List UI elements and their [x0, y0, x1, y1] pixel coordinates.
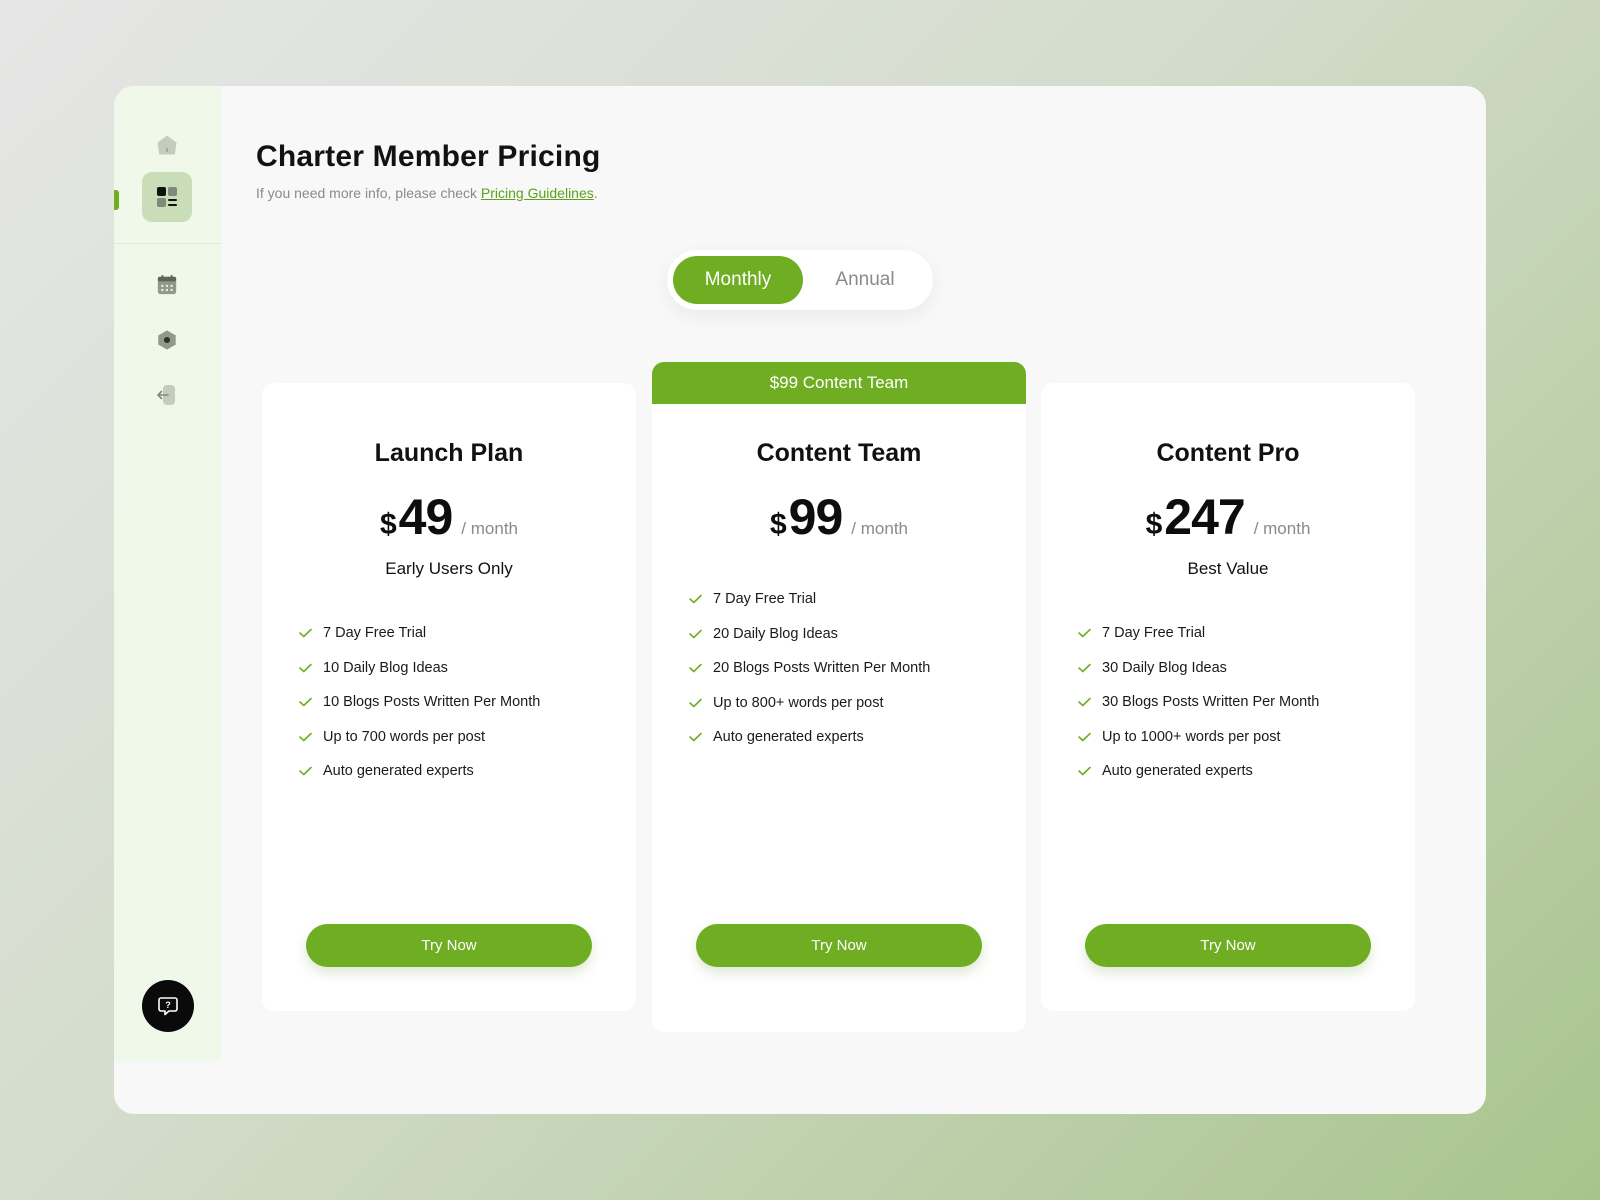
check-icon — [1078, 697, 1091, 707]
check-icon — [299, 732, 312, 742]
list-item: Up to 1000+ words per post — [1078, 720, 1319, 755]
price-amount: 99 — [788, 489, 844, 545]
check-icon — [689, 594, 702, 604]
check-icon — [299, 628, 312, 638]
svg-text:?: ? — [165, 1000, 171, 1010]
feature-text: 7 Day Free Trial — [1102, 625, 1206, 642]
list-item: 10 Daily Blog Ideas — [299, 651, 540, 686]
feature-text: 10 Daily Blog Ideas — [323, 659, 448, 676]
check-icon — [689, 663, 702, 673]
sidebar-item-dashboard[interactable] — [142, 172, 192, 222]
try-now-button[interactable]: Try Now — [696, 924, 982, 967]
feature-text: Auto generated experts — [323, 763, 474, 780]
price-amount: 49 — [398, 489, 454, 545]
main-content: Charter Member Pricing If you need more … — [221, 86, 1486, 1114]
feature-list: 7 Day Free Trial 10 Daily Blog Ideas 10 … — [299, 616, 540, 789]
check-icon — [299, 663, 312, 673]
check-icon — [689, 698, 702, 708]
plan-card-content-team: $99 Content Team Content Team $ 99 / mon… — [652, 362, 1026, 1032]
feature-list: 7 Day Free Trial 30 Daily Blog Ideas 30 … — [1078, 616, 1319, 789]
toggle-annual[interactable]: Annual — [803, 256, 927, 304]
plan-name: Content Pro — [1156, 439, 1300, 467]
app-window: ? Charter Member Pricing If you need mor… — [114, 86, 1486, 1114]
list-item: Up to 800+ words per post — [689, 686, 930, 721]
price-period: / month — [851, 519, 908, 538]
check-icon — [689, 732, 702, 742]
sidebar-item-logout[interactable] — [142, 370, 192, 420]
sidebar-item-home[interactable] — [142, 120, 192, 170]
try-now-button[interactable]: Try Now — [1085, 924, 1371, 967]
feature-text: 20 Blogs Posts Written Per Month — [713, 660, 931, 677]
price-currency: $ — [1145, 508, 1163, 541]
list-item: Up to 700 words per post — [299, 720, 540, 755]
feature-text: Up to 700 words per post — [323, 728, 486, 745]
check-icon — [1078, 663, 1091, 673]
check-icon — [1078, 766, 1091, 776]
feature-text: Auto generated experts — [713, 729, 864, 746]
price-period: / month — [461, 519, 518, 538]
plan-card-launch: Launch Plan $ 49 / month Early Users Onl… — [262, 383, 636, 1011]
list-item: 20 Blogs Posts Written Per Month — [689, 651, 930, 686]
plan-tag: Best Value — [1187, 559, 1269, 578]
subtitle-suffix: . — [593, 185, 598, 201]
dashboard-icon — [157, 187, 177, 207]
active-nav-indicator — [114, 190, 119, 210]
list-item: 7 Day Free Trial — [689, 582, 930, 617]
price-row: $ 99 / month — [652, 488, 1026, 546]
feature-text: 30 Daily Blog Ideas — [1102, 659, 1227, 676]
feature-text: Up to 1000+ words per post — [1102, 728, 1281, 745]
toggle-monthly[interactable]: Monthly — [673, 256, 803, 304]
plan-card-content-pro: Content Pro $ 247 / month Best Value 7 D… — [1041, 383, 1415, 1011]
settings-icon — [158, 330, 176, 350]
price-row: $ 247 / month — [1041, 488, 1415, 546]
try-now-button[interactable]: Try Now — [306, 924, 592, 967]
logout-icon — [157, 385, 175, 405]
subtitle-text: If you need more info, please check — [256, 185, 481, 201]
plan-name: Launch Plan — [374, 439, 524, 467]
check-icon — [299, 697, 312, 707]
feature-text: 30 Blogs Posts Written Per Month — [1102, 694, 1320, 711]
sidebar-divider — [114, 243, 221, 244]
feature-text: 7 Day Free Trial — [323, 625, 427, 642]
price-amount: 247 — [1164, 489, 1245, 545]
feature-text: 20 Daily Blog Ideas — [713, 625, 838, 642]
list-item: 30 Daily Blog Ideas — [1078, 651, 1319, 686]
check-icon — [1078, 732, 1091, 742]
list-item: Auto generated experts — [1078, 754, 1319, 789]
price-period: / month — [1253, 519, 1311, 538]
help-button[interactable]: ? — [142, 980, 194, 1032]
list-item: Auto generated experts — [689, 720, 930, 755]
pricing-guidelines-link[interactable]: Pricing Guidelines — [481, 185, 594, 201]
feature-text: 10 Blogs Posts Written Per Month — [323, 694, 541, 711]
list-item: 7 Day Free Trial — [299, 616, 540, 651]
plan-tag: Early Users Only — [385, 559, 513, 578]
sidebar: ? — [114, 86, 221, 1061]
sidebar-item-settings[interactable] — [142, 315, 192, 365]
list-item: 10 Blogs Posts Written Per Month — [299, 685, 540, 720]
plan-name: Content Team — [756, 439, 922, 467]
feature-text: Up to 800+ words per post — [713, 694, 884, 711]
sidebar-item-calendar[interactable] — [142, 260, 192, 310]
check-icon — [299, 766, 312, 776]
feature-list: 7 Day Free Trial 20 Daily Blog Ideas 20 … — [689, 582, 930, 755]
list-item: 7 Day Free Trial — [1078, 616, 1319, 651]
page-subtitle: If you need more info, please check Pric… — [256, 185, 598, 201]
calendar-icon — [157, 274, 177, 295]
billing-toggle: Monthly Annual — [667, 250, 933, 310]
list-item: Auto generated experts — [299, 754, 540, 789]
featured-ribbon: $99 Content Team — [652, 362, 1026, 404]
feature-text: Auto generated experts — [1102, 763, 1253, 780]
list-item: 20 Daily Blog Ideas — [689, 617, 930, 652]
check-icon — [1078, 628, 1091, 638]
price-row: $ 49 / month — [262, 488, 636, 546]
price-currency: $ — [379, 508, 397, 541]
price-currency: $ — [769, 508, 787, 541]
help-chat-icon: ? — [158, 997, 178, 1016]
feature-text: 7 Day Free Trial — [713, 591, 817, 608]
page-title: Charter Member Pricing — [256, 140, 601, 173]
home-icon — [157, 135, 177, 155]
list-item: 30 Blogs Posts Written Per Month — [1078, 685, 1319, 720]
check-icon — [689, 629, 702, 639]
